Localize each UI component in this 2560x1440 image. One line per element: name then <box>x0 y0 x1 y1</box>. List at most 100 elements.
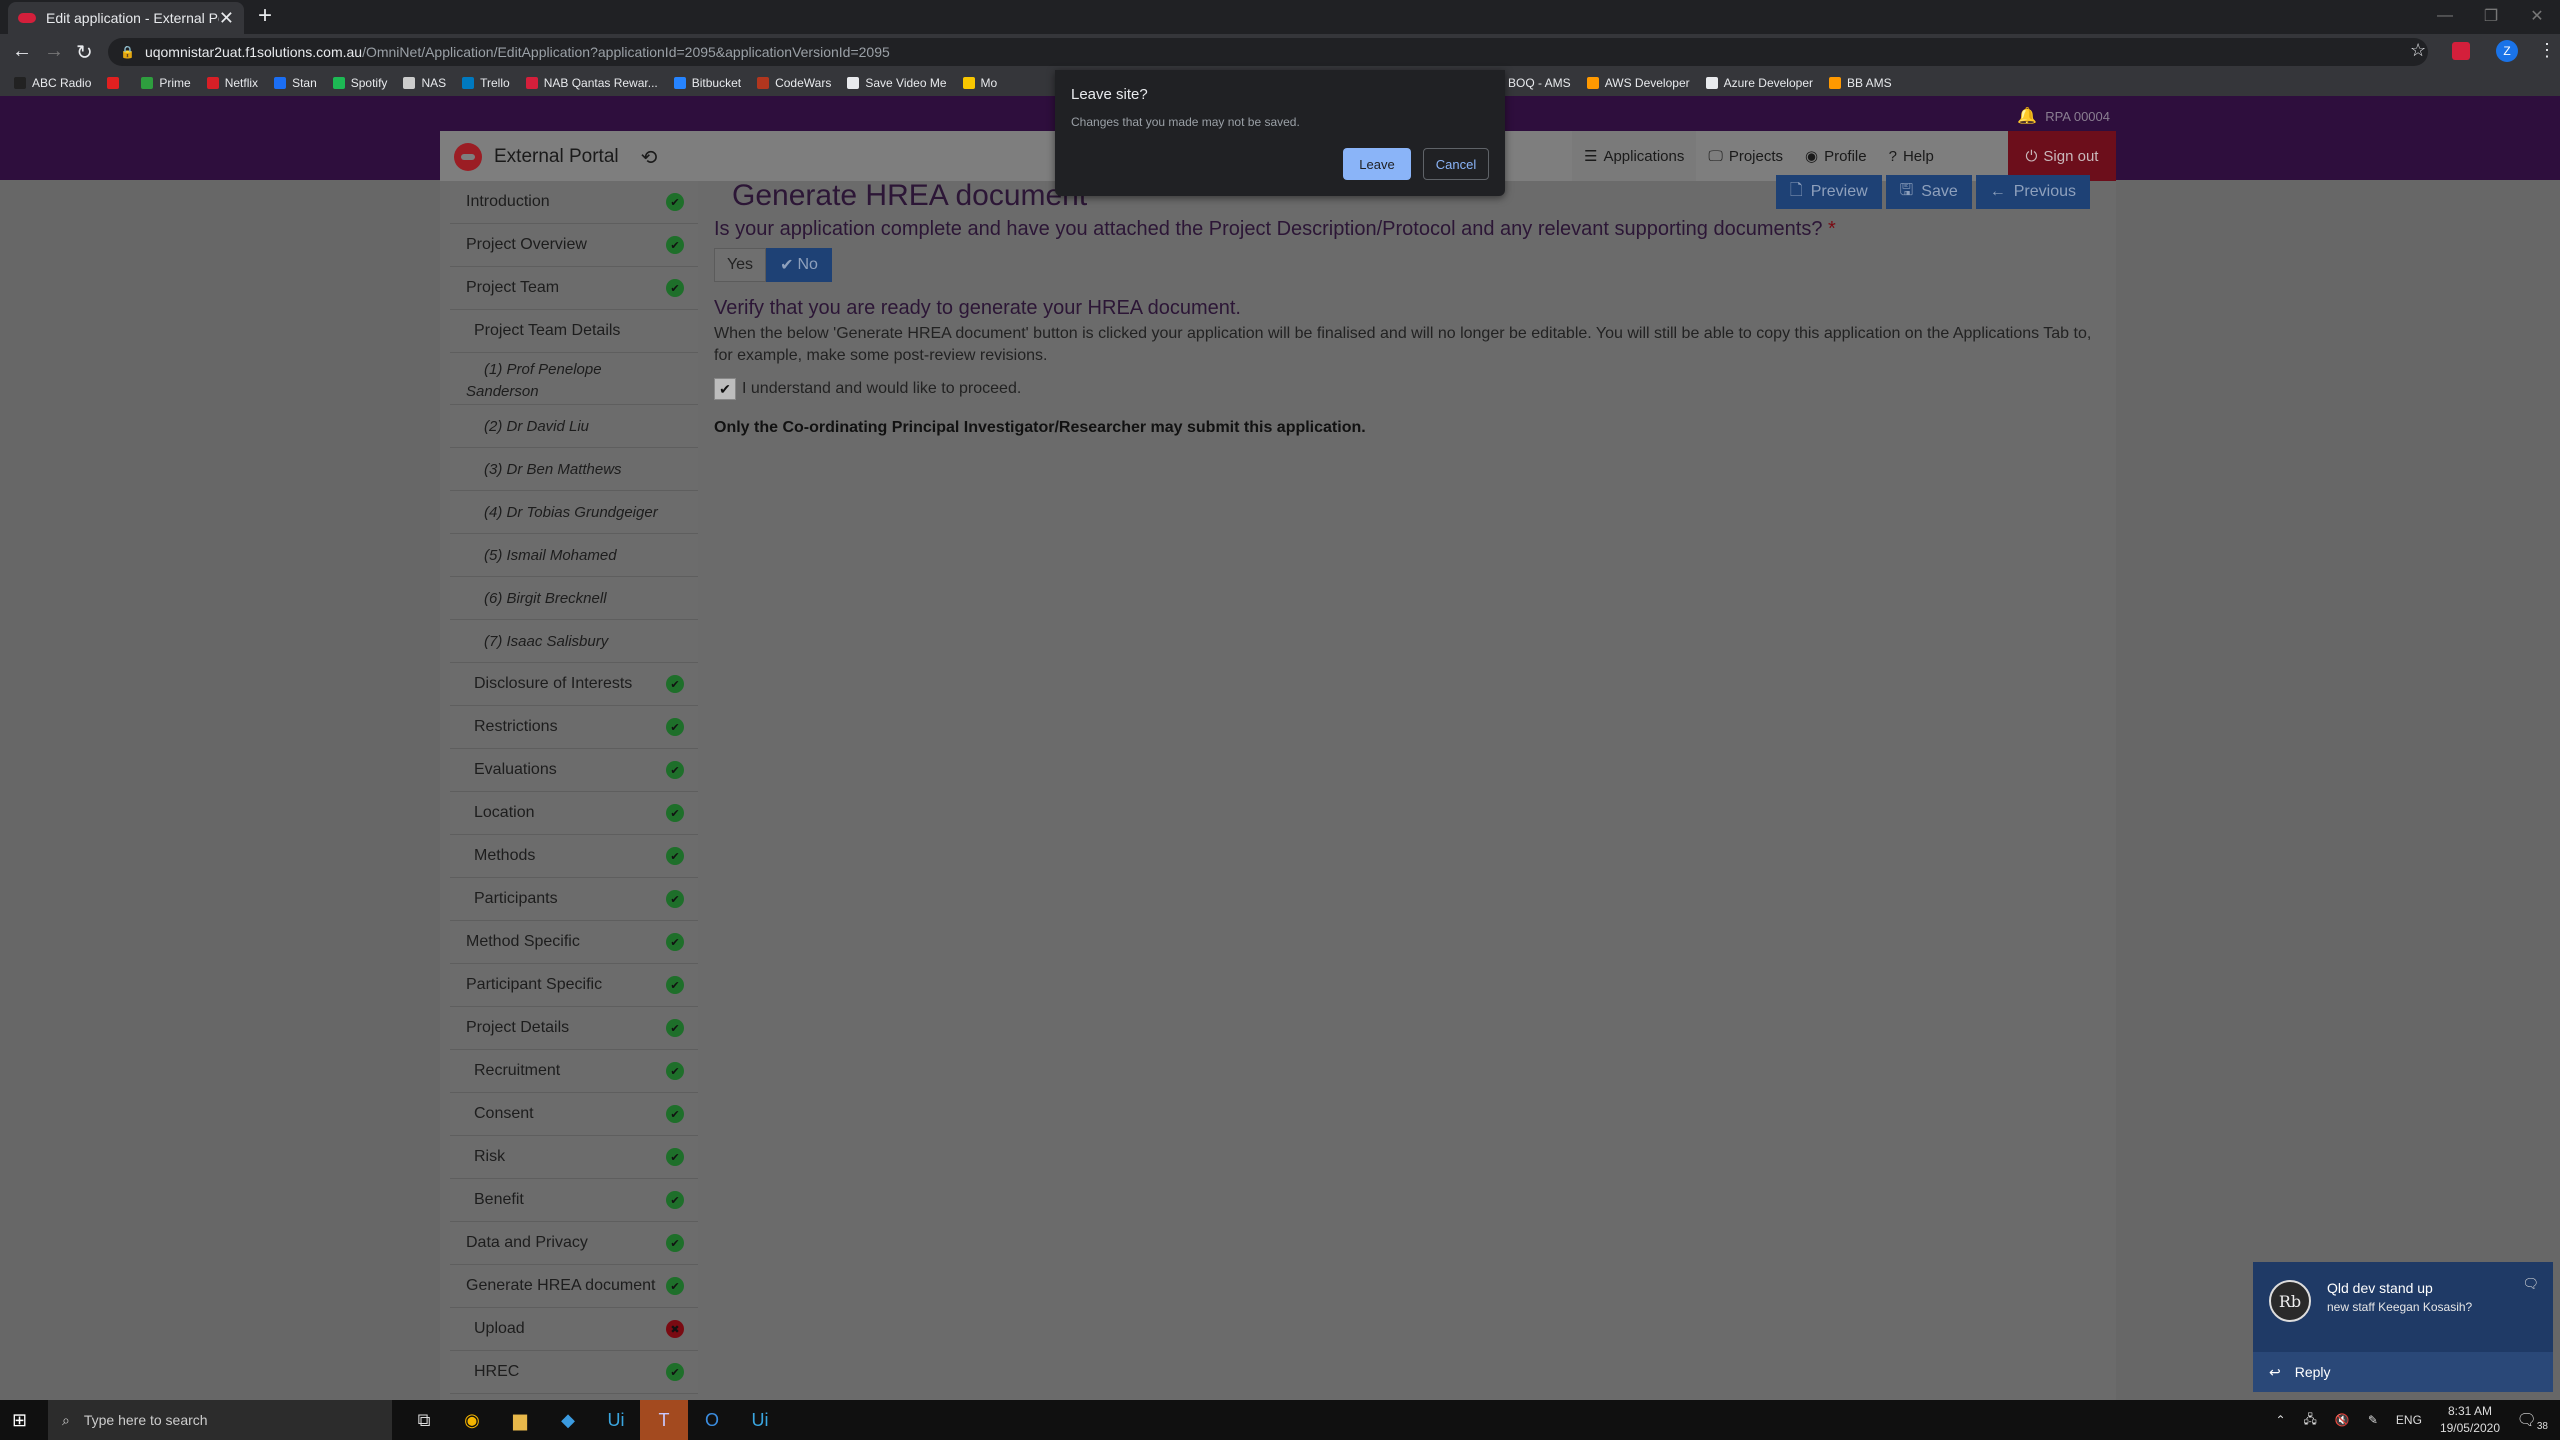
bookmark-l-9[interactable]: Bitbucket <box>673 76 741 90</box>
chat-icon[interactable]: 🗨 <box>2522 1276 2539 1292</box>
brand-name[interactable]: External Portal <box>494 146 619 168</box>
sidebar-item[interactable]: (1) Prof Penelope Sanderson <box>450 353 698 405</box>
new-tab-button[interactable]: + <box>258 2 272 30</box>
nav-applications[interactable]: ☰ Applications <box>1572 131 1697 181</box>
sidebar-item[interactable]: (2) Dr David Liu <box>450 405 698 448</box>
sidebar-item[interactable]: Project Details ✔ <box>450 1007 698 1050</box>
bookmark-r-3[interactable]: BB AMS <box>1829 76 1892 90</box>
sidebar-item[interactable]: (5) Ismail Mohamed <box>450 534 698 577</box>
vscode-icon[interactable]: ◆ <box>544 1400 592 1440</box>
bookmark-l-5[interactable]: Spotify <box>332 76 387 90</box>
history-icon[interactable]: ⟲ <box>641 145 658 170</box>
proceed-checkbox[interactable]: ✔ <box>714 378 736 400</box>
user-notification[interactable]: 🔔 RPA 00004 <box>2017 106 2110 126</box>
leave-button[interactable]: Leave <box>1343 148 1411 180</box>
back-arrow-icon[interactable]: ← <box>12 40 32 63</box>
bookmark-l-12[interactable]: Mo <box>962 76 997 90</box>
uipath-studio-icon[interactable]: Ui <box>736 1400 784 1440</box>
action-center-icon[interactable]: 🗨38 <box>2517 1410 2548 1432</box>
windows-start-icon[interactable]: ⊞ <box>12 1410 27 1431</box>
bookmark-l-7[interactable]: Trello <box>462 76 510 90</box>
browser-menu-icon[interactable]: ⋮ <box>2538 40 2556 61</box>
uipath-icon[interactable]: Ui <box>592 1400 640 1440</box>
proceed-checkbox-row[interactable]: ✔ I understand and would like to proceed… <box>714 378 1021 400</box>
language-indicator[interactable]: ENG <box>2396 1413 2422 1427</box>
sidebar-item[interactable]: Project Team Details <box>450 310 698 353</box>
chat-notification-toast[interactable]: Rb Qld dev stand up new staff Keegan Kos… <box>2253 1262 2553 1392</box>
sidebar-item[interactable]: Disclosure of Interests ✔ <box>450 663 698 706</box>
sidebar-item[interactable]: Recruitment ✔ <box>450 1050 698 1093</box>
bookmark-l-3[interactable]: Netflix <box>206 76 258 90</box>
network-icon[interactable]: 🖧 <box>2304 1410 2317 1431</box>
close-tab-icon[interactable]: ✕ <box>219 8 234 29</box>
sidebar-item[interactable]: HREC ✔ <box>450 1351 698 1394</box>
outlook-icon[interactable]: O <box>688 1400 736 1440</box>
close-window-button[interactable]: ✕ <box>2514 0 2560 32</box>
bookmark-l-6[interactable]: NAS <box>403 76 446 90</box>
sidebar-item[interactable]: Introduction ✔ <box>450 181 698 224</box>
bell-icon[interactable]: 🔔 <box>2017 106 2037 126</box>
sidebar-item[interactable]: (6) Birgit Brecknell <box>450 577 698 620</box>
forward-arrow-icon[interactable]: → <box>44 40 64 63</box>
sidebar-item[interactable]: Upload ✖ <box>450 1308 698 1351</box>
sidebar-item[interactable]: (7) Isaac Salisbury <box>450 620 698 663</box>
sidebar-item-label: Upload <box>474 1320 525 1337</box>
bookmark-r-2[interactable]: Azure Developer <box>1705 76 1813 90</box>
file-explorer-icon[interactable]: ▆ <box>496 1400 544 1440</box>
taskbar-search[interactable]: ⌕ Type here to search <box>48 1400 392 1440</box>
sidebar-item[interactable]: Participants ✔ <box>450 878 698 921</box>
sidebar-item-label: Risk <box>474 1148 506 1165</box>
sidebar-item[interactable]: Data and Privacy ✔ <box>450 1222 698 1265</box>
bookmark-l-11[interactable]: Save Video Me <box>847 76 947 90</box>
extension-icon[interactable] <box>2452 42 2470 60</box>
nav-profile[interactable]: ◉ Profile <box>1805 147 1867 166</box>
sidebar-item[interactable]: Location ✔ <box>450 792 698 835</box>
task-view-icon[interactable]: ⧉ <box>400 1400 448 1440</box>
sidebar-item[interactable]: Restrictions ✔ <box>450 706 698 749</box>
sidebar-item[interactable]: Method Specific ✔ <box>450 921 698 964</box>
bookmark-star-icon[interactable]: ☆ <box>2410 40 2426 61</box>
clock[interactable]: 8:31 AM 19/05/2020 <box>2440 1403 2500 1437</box>
bookmark-l-8[interactable]: NAB Qantas Rewar... <box>525 76 658 90</box>
sidebar-item[interactable]: Benefit ✔ <box>450 1179 698 1222</box>
sidebar-item[interactable]: Project Team ✔ <box>450 267 698 310</box>
pen-icon[interactable]: ✎ <box>2368 1413 2378 1427</box>
yes-button[interactable]: Yes <box>714 248 766 282</box>
chevron-up-icon[interactable]: ⌃ <box>2275 1413 2285 1427</box>
sidebar-item[interactable]: (3) Dr Ben Matthews <box>450 448 698 491</box>
bookmark-l-4[interactable]: Stan <box>274 76 317 90</box>
complete-check-icon: ✔ <box>666 675 684 693</box>
bookmark-r-1[interactable]: AWS Developer <box>1586 76 1690 90</box>
cancel-button[interactable]: Cancel <box>1423 148 1489 180</box>
sidebar-item[interactable]: Methods ✔ <box>450 835 698 878</box>
profile-avatar[interactable]: Z <box>2496 40 2518 62</box>
sign-out-button[interactable]: ⏻ Sign out <box>2008 131 2116 181</box>
nav-projects[interactable]: 🖵 Projects <box>1708 148 1783 165</box>
previous-button[interactable]: ← Previous <box>1975 175 2090 209</box>
volume-muted-icon[interactable]: 🔇 <box>2335 1413 2350 1427</box>
bookmark-l-2[interactable]: Prime <box>141 76 191 90</box>
sidebar-item[interactable]: Evaluations ✔ <box>450 749 698 792</box>
save-button[interactable]: 🖫 Save <box>1885 175 1972 209</box>
sidebar-item[interactable]: Risk ✔ <box>450 1136 698 1179</box>
sidebar-item[interactable]: Consent ✔ <box>450 1093 698 1136</box>
teams-icon[interactable]: T <box>640 1400 688 1440</box>
bookmark-label: BOQ - AMS <box>1508 76 1571 90</box>
chrome-icon[interactable]: ◉ <box>448 1400 496 1440</box>
sidebar-item[interactable]: Participant Specific ✔ <box>450 964 698 1007</box>
bookmark-l-1[interactable] <box>107 77 125 89</box>
nav-help[interactable]: ? Help <box>1889 148 1934 165</box>
minimize-button[interactable]: — <box>2422 0 2468 32</box>
bookmark-l-10[interactable]: CodeWars <box>757 76 831 90</box>
no-button[interactable]: ✔ No <box>766 248 832 282</box>
sidebar-item[interactable]: Generate HREA document ✔ <box>450 1265 698 1308</box>
sidebar-item[interactable]: Project Overview ✔ <box>450 224 698 267</box>
url-input[interactable]: 🔒 uqomnistar2uat.f1solutions.com.au /Omn… <box>108 38 2428 66</box>
reload-icon[interactable]: ↻ <box>76 40 93 65</box>
restore-button[interactable]: ❐ <box>2468 0 2514 32</box>
browser-tab[interactable]: Edit application - External Portal ✕ <box>8 2 244 34</box>
preview-button[interactable]: 🗋 Preview <box>1775 175 1882 209</box>
sidebar-item[interactable]: (4) Dr Tobias Grundgeiger <box>450 491 698 534</box>
reply-button[interactable]: ↩ Reply <box>2253 1352 2553 1392</box>
bookmark-l-0[interactable]: ABC Radio <box>14 76 91 90</box>
